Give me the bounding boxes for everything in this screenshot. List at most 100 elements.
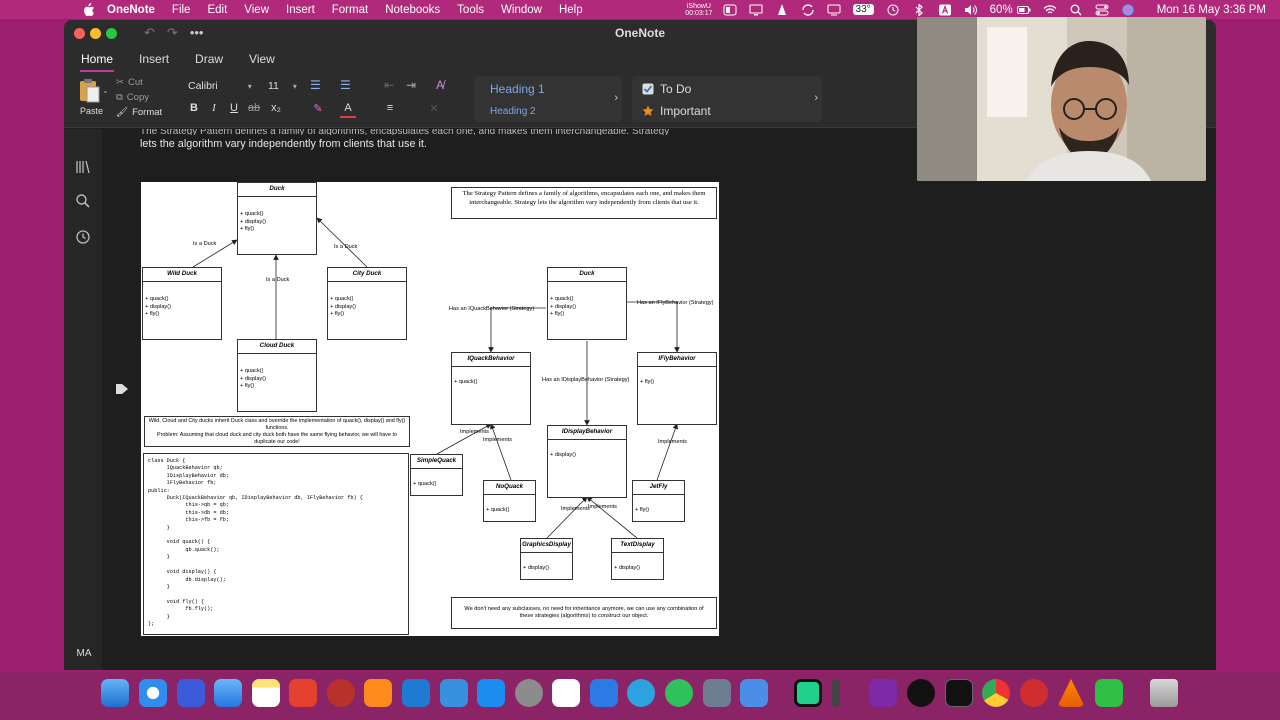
menu-window[interactable]: Window [501,4,542,16]
weather-temperature[interactable]: 33° [852,4,874,15]
font-family-select[interactable]: Calibri ▾ [186,78,262,95]
display-icon[interactable] [749,4,763,16]
onenote-icon[interactable] [869,679,897,707]
database-icon[interactable] [327,679,355,707]
paragraph-handle-icon[interactable] [116,384,128,394]
pen-app-icon[interactable] [289,679,317,707]
menu-app-name[interactable]: OneNote [107,4,155,16]
search-icon[interactable] [1069,4,1083,16]
menu-notebooks[interactable]: Notebooks [385,4,440,16]
control-center-icon[interactable] [1095,4,1109,16]
tab-home[interactable]: Home [72,52,122,72]
styles-gallery[interactable]: Heading 1 Heading 2 › [474,76,622,122]
cut-button[interactable]: ✂ Cut [116,77,143,88]
tags-gallery[interactable]: To Do Important › [632,76,822,122]
bluetooth-icon[interactable] [912,3,926,16]
font-color-icon[interactable]: A [340,102,356,118]
outdent-icon[interactable]: ⇤ [384,78,394,92]
redis-icon[interactable] [1020,679,1048,707]
whatsapp-icon[interactable] [665,679,693,707]
menu-view[interactable]: View [244,4,269,16]
app-store-icon[interactable] [477,679,505,707]
battery-icon[interactable] [1016,4,1031,16]
avatar[interactable]: MA [71,645,97,663]
clear-format-icon[interactable]: A̸ [436,78,444,92]
keyboard-a-icon[interactable] [938,4,952,16]
slack-icon[interactable] [552,679,580,707]
wifi-icon[interactable] [1043,4,1057,16]
launchpad-icon[interactable] [177,679,205,707]
delete-icon[interactable]: ✕ [426,102,442,118]
tab-insert[interactable]: Insert [130,52,178,72]
notebooks-icon[interactable] [75,159,91,175]
bold-icon[interactable]: B [186,102,202,118]
paste-icon[interactable] [78,78,100,104]
highlighter-icon[interactable]: ✎ [310,102,326,118]
arrow-app-icon[interactable] [1095,679,1123,707]
chevron-right-icon[interactable]: › [814,92,818,104]
search-icon[interactable] [75,193,91,209]
record-icon[interactable] [723,4,737,16]
apple-icon[interactable] [81,2,95,17]
vscode-insiders-icon[interactable] [440,679,468,707]
mail-icon[interactable] [214,679,242,707]
preview-icon[interactable] [703,679,731,707]
italic-icon[interactable]: I [206,102,222,118]
pycharm-icon[interactable] [794,679,822,707]
class-name: NoQuack [484,481,535,495]
strategy-pattern-diagram[interactable]: Duck + quack() + display() + fly() Wild … [141,182,719,636]
xcode-icon[interactable] [740,679,768,707]
align-icon[interactable]: ≡ [382,102,398,118]
format-painter-button[interactable]: 🖌 Format [116,107,162,118]
menu-insert[interactable]: Insert [286,4,315,16]
menu-help[interactable]: Help [559,4,583,16]
volume-icon[interactable] [964,4,978,16]
menu-app-icon[interactable] [907,679,935,707]
underline-icon[interactable]: U [226,102,242,118]
recent-icon[interactable] [75,229,91,245]
paste-button[interactable]: Paste [80,106,103,116]
testflight-icon[interactable] [590,679,618,707]
copy-button[interactable]: ⧉ Copy [116,92,149,103]
menu-format[interactable]: Format [332,4,368,16]
numbered-list-icon[interactable]: ☰ [340,78,351,92]
font-size-select[interactable]: 11 ▾ [266,78,302,95]
ishowu-indicator[interactable]: iShowU 00:03:17 [685,3,712,17]
vscode-icon[interactable] [402,679,430,707]
monitor-icon[interactable] [827,4,841,16]
tag-todo[interactable]: To Do [660,82,691,96]
subscript-icon[interactable]: x₂ [268,102,284,118]
trash-icon[interactable] [1150,679,1178,707]
tag-important[interactable]: Important [660,104,711,118]
notes-icon[interactable] [252,679,280,707]
chevron-right-icon[interactable]: › [614,92,618,104]
sublime-text-icon[interactable] [364,679,392,707]
strikethrough-icon[interactable]: ab [246,102,262,118]
note-page[interactable]: The Strategy Pattern defines a family of… [102,129,1216,670]
safari-icon[interactable] [139,679,167,707]
cone-icon[interactable] [775,3,789,16]
tab-view[interactable]: View [240,52,284,72]
style-heading-2[interactable]: Heading 2 [490,106,536,117]
indent-icon[interactable]: ⇥ [406,78,416,92]
siri-icon[interactable] [1121,4,1135,16]
terminal-icon[interactable] [945,679,973,707]
telegram-icon[interactable] [627,679,655,707]
tab-draw[interactable]: Draw [186,52,232,72]
menu-file[interactable]: File [172,4,191,16]
method: + fly() [240,383,255,389]
menu-edit[interactable]: Edit [207,4,227,16]
note-paragraph[interactable]: The Strategy Pattern defines a family of… [140,129,720,151]
menu-tools[interactable]: Tools [457,4,484,16]
chrome-icon[interactable] [982,679,1010,707]
battery-percent[interactable]: 60% [990,4,1013,16]
sync-icon[interactable] [801,3,815,16]
implements-label: Implements [561,506,590,512]
paste-chevron-icon[interactable]: ⌄ [102,86,109,95]
style-heading-1[interactable]: Heading 1 [490,82,545,96]
bullet-list-icon[interactable]: ☰ [310,78,321,92]
system-preferences-icon[interactable] [515,679,543,707]
finder-icon[interactable] [101,679,129,707]
clock-history-icon[interactable] [886,4,900,16]
menu-clock[interactable]: Mon 16 May 3:36 PM [1157,4,1266,16]
